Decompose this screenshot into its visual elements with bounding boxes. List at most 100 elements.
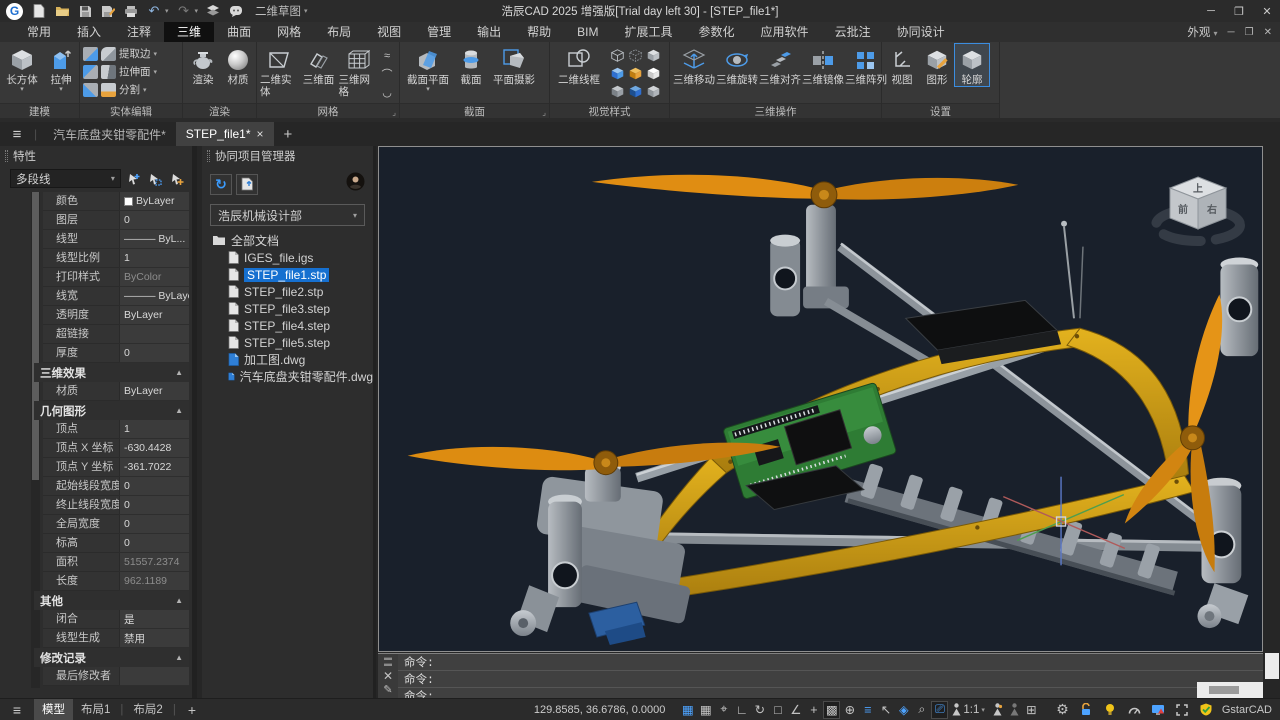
- ortho-icon[interactable]: ∟: [733, 701, 750, 719]
- property-value[interactable]: 禁用: [119, 629, 189, 648]
- viewcube-front-label[interactable]: 前: [1178, 203, 1188, 216]
- mirror3d-button[interactable]: 三维镜像: [802, 44, 844, 86]
- viewcube-top-label[interactable]: 上: [1193, 182, 1203, 195]
- fullscreen-icon[interactable]: [1174, 701, 1191, 719]
- collapse-arrow-icon[interactable]: ▲: [175, 368, 183, 377]
- property-row[interactable]: 终止线段宽度 ▲ 终止线段宽度 0: [43, 496, 189, 515]
- property-value[interactable]: ——— ByLayer: [119, 287, 189, 306]
- style-xray-icon[interactable]: [627, 83, 644, 100]
- section-dialog-launcher-icon[interactable]: ⌟: [542, 108, 546, 117]
- tree-file-item[interactable]: 汽车底盘夹钳零配件.dwg: [202, 368, 373, 385]
- property-value[interactable]: 1: [119, 249, 189, 268]
- tree-file-item[interactable]: STEP_file3.step: [202, 300, 373, 317]
- hscrollbar-thumb[interactable]: [1209, 686, 1239, 694]
- doc-close-icon[interactable]: ✕: [1264, 27, 1272, 38]
- unlock-icon[interactable]: [1078, 701, 1095, 719]
- property-row[interactable]: 修改记录 ▲ 修改记录: [34, 648, 189, 667]
- ribbon-tab[interactable]: 三维: [164, 22, 214, 42]
- property-row[interactable]: 颜色 ▲ 颜色 ByLayer: [43, 192, 189, 211]
- mesh3d-button[interactable]: 三维网格: [339, 44, 378, 98]
- command-line[interactable]: 命令:: [398, 671, 1263, 688]
- property-value[interactable]: ByLayer: [119, 192, 189, 211]
- osnap-3d-icon[interactable]: +: [805, 701, 822, 719]
- angle-snap-icon[interactable]: ∠: [787, 701, 804, 719]
- property-row[interactable]: 顶点 ▲ 顶点 1: [43, 420, 189, 439]
- team-select[interactable]: 浩辰机械设计部▾: [210, 204, 365, 226]
- hatch-display-icon[interactable]: ▩: [823, 701, 840, 719]
- ribbon-tab[interactable]: 协同设计: [884, 22, 958, 42]
- property-value[interactable]: ByLayer: [119, 306, 189, 325]
- property-value[interactable]: 0: [119, 515, 189, 534]
- style-wireframe-icon[interactable]: [609, 47, 626, 64]
- layer-stack-icon[interactable]: ◈: [895, 701, 912, 719]
- tree-file-item[interactable]: STEP_file4.step: [202, 317, 373, 334]
- ribbon-tab[interactable]: 应用软件: [748, 22, 822, 42]
- box-button[interactable]: 长方体▾: [3, 44, 41, 93]
- workspace-selector[interactable]: 二维草图: [255, 3, 301, 19]
- style-conceptual-icon[interactable]: [645, 65, 662, 82]
- selection-cursor-icon[interactable]: ↖: [877, 701, 894, 719]
- scrollbar-thumb[interactable]: [32, 192, 39, 480]
- graphics-settings-button[interactable]: 图形: [920, 44, 954, 86]
- collapse-arrow-icon[interactable]: ▲: [175, 406, 183, 415]
- bulb-icon[interactable]: [1102, 701, 1119, 719]
- grid-snap-icon[interactable]: ▦: [679, 701, 696, 719]
- settings-gear-icon[interactable]: ⚙: [1054, 701, 1071, 719]
- zoom-object-icon[interactable]: ⌕: [913, 701, 930, 719]
- tab-close-icon[interactable]: ×: [257, 127, 264, 141]
- face3d-button[interactable]: 三维面: [300, 44, 338, 86]
- viewcube-right-label[interactable]: 右: [1206, 203, 1217, 216]
- monitor-alert-icon[interactable]: [1150, 701, 1167, 719]
- subtract-icon[interactable]: [83, 65, 98, 79]
- tree-file-item[interactable]: STEP_file2.stp: [202, 283, 373, 300]
- chat-icon[interactable]: [228, 4, 244, 19]
- view-settings-button[interactable]: 视图: [885, 44, 919, 86]
- quick-select-icon[interactable]: [125, 170, 143, 188]
- property-row[interactable]: 图层 ▲ 图层 0: [43, 211, 189, 230]
- fillet-edge-icon[interactable]: [101, 47, 116, 61]
- annotation-auto-icon[interactable]: [1006, 701, 1023, 719]
- lineweight-icon[interactable]: ≡: [859, 701, 876, 719]
- redo-icon[interactable]: ↷: [176, 4, 192, 19]
- restore-button[interactable]: ❐: [1232, 5, 1246, 18]
- property-value[interactable]: 0: [119, 344, 189, 363]
- print-icon[interactable]: [123, 4, 139, 19]
- add-layout-icon[interactable]: +: [178, 702, 206, 718]
- property-value[interactable]: 1: [119, 420, 189, 439]
- ribbon-tab[interactable]: 布局: [314, 22, 364, 42]
- coordinates-display[interactable]: 129.8585, 36.6786, 0.0000: [534, 704, 680, 716]
- ribbon-tab[interactable]: 参数化: [686, 22, 748, 42]
- extract-edge-button[interactable]: 提取边: [119, 46, 151, 61]
- import-file-button[interactable]: [236, 174, 258, 195]
- shell-icon[interactable]: [101, 83, 116, 97]
- intersect-icon[interactable]: [83, 83, 98, 97]
- view-cube[interactable]: 上 前 右: [1148, 163, 1248, 259]
- tree-file-item[interactable]: STEP_file1.stp: [202, 266, 373, 283]
- ruled-mesh-icon[interactable]: ◡: [378, 84, 396, 100]
- tree-file-item[interactable]: IGES_file.igs: [202, 249, 373, 266]
- close-button[interactable]: ✕: [1260, 5, 1274, 18]
- command-line[interactable]: 命令:: [398, 654, 1263, 671]
- tree-file-item[interactable]: 加工图.dwg: [202, 351, 373, 368]
- edge-mesh-icon[interactable]: ⌒: [378, 66, 396, 82]
- outline-settings-button[interactable]: 轮廓: [955, 44, 989, 86]
- command-grip-icon[interactable]: ▬▬: [384, 655, 392, 667]
- ribbon-tab[interactable]: 扩展工具: [612, 22, 686, 42]
- extrude-face-button[interactable]: 拉伸面: [119, 64, 151, 79]
- new-tab-icon[interactable]: +: [274, 126, 303, 143]
- ribbon-tab[interactable]: BIM: [564, 22, 611, 42]
- ribbon-minimize-icon[interactable]: ─: [1228, 27, 1235, 38]
- array3d-button[interactable]: 三维阵列: [845, 44, 887, 86]
- document-tab[interactable]: 汽车底盘夹钳零配件* ×: [43, 122, 176, 146]
- revolved-mesh-icon[interactable]: ≈: [378, 48, 396, 64]
- section-button[interactable]: 截面: [454, 44, 488, 86]
- flatshot-button[interactable]: 平面摄影: [489, 44, 539, 86]
- property-row[interactable]: 三维效果 ▲ 三维效果: [34, 363, 189, 382]
- object-type-select[interactable]: 多段线▾: [10, 169, 121, 188]
- property-value[interactable]: 0: [119, 534, 189, 553]
- clean-screen-icon[interactable]: ⎚: [931, 701, 948, 719]
- ribbon-tab[interactable]: 输出: [464, 22, 514, 42]
- property-row[interactable]: 线型生成 ▲ 线型生成 禁用: [43, 629, 189, 648]
- toggle-pickadd-icon[interactable]: [168, 170, 186, 188]
- model-tab[interactable]: 模型: [34, 699, 73, 720]
